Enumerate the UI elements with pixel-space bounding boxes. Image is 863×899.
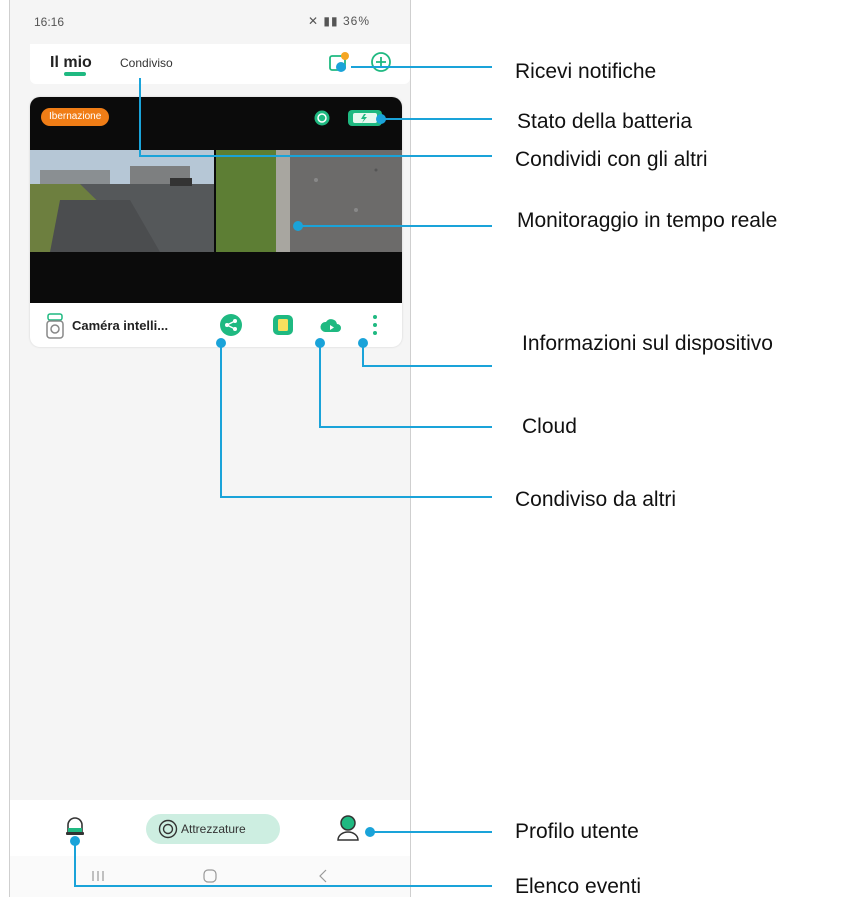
bottom-nav: Attrezzature <box>10 800 410 856</box>
camera-device-icon <box>46 313 64 339</box>
tab-mine-label: Il mio <box>50 54 92 71</box>
tab-mine[interactable]: Il mio <box>50 54 92 76</box>
tab-devices[interactable]: Attrezzature <box>146 814 280 844</box>
tab-shared[interactable]: Condiviso <box>120 56 173 70</box>
bell-icon[interactable] <box>64 814 86 840</box>
share-icon[interactable] <box>220 314 242 336</box>
sd-card-icon[interactable] <box>272 314 294 336</box>
status-bar: 16:16 ✕ ▮▮ 36% <box>10 0 410 44</box>
status-icons: ✕ ▮▮ 36% <box>308 14 370 28</box>
callout-profile: Profilo utente <box>515 820 639 843</box>
phone-screen: 16:16 ✕ ▮▮ 36% Il mio Condiviso Ibernazi… <box>9 0 411 897</box>
signal-icon: ▮▮ <box>323 14 339 28</box>
callout-live: Monitoraggio in tempo reale <box>517 209 778 232</box>
camera-snapshot-left <box>30 150 214 252</box>
device-name: Caméra intelli... <box>72 318 169 333</box>
tab-devices-label: Attrezzature <box>181 822 246 836</box>
devices-icon <box>158 819 178 839</box>
home-icon[interactable] <box>202 868 218 884</box>
device-info-bar: Caméra intelli... <box>30 303 402 347</box>
more-vertical-icon[interactable] <box>364 314 386 336</box>
status-time: 16:16 <box>34 15 65 29</box>
back-icon[interactable] <box>316 868 332 884</box>
system-nav-bar <box>10 856 410 897</box>
callout-notifications: Ricevi notifiche <box>515 60 657 83</box>
camera-snapshot-right <box>216 150 402 252</box>
callout-cloud: Cloud <box>522 415 577 438</box>
notification-icon[interactable] <box>328 51 350 73</box>
callout-event-list: Elenco eventi <box>515 875 642 898</box>
callout-battery: Stato della batteria <box>517 110 693 133</box>
live-preview[interactable]: Ibernazione <box>30 97 402 303</box>
battery-icon <box>348 110 382 126</box>
active-tab-indicator <box>64 72 86 76</box>
battery-percent: 36% <box>342 14 370 28</box>
device-card[interactable]: Ibernazione Caméra intelli... <box>30 97 402 347</box>
add-device-icon[interactable] <box>370 51 392 73</box>
recents-icon[interactable] <box>90 868 106 884</box>
cloud-icon[interactable] <box>320 314 342 336</box>
status-badge: Ibernazione <box>41 108 110 126</box>
user-icon[interactable] <box>336 814 360 842</box>
callout-shared-by-others: Condiviso da altri <box>515 488 677 511</box>
callout-device-info: Informazioni sul dispositivo <box>522 332 773 355</box>
callout-share-others: Condividi con gli altri <box>515 148 708 171</box>
clock-icon <box>314 110 330 126</box>
app-header: Il mio Condiviso <box>30 44 410 84</box>
mute-icon: ✕ <box>308 14 320 28</box>
